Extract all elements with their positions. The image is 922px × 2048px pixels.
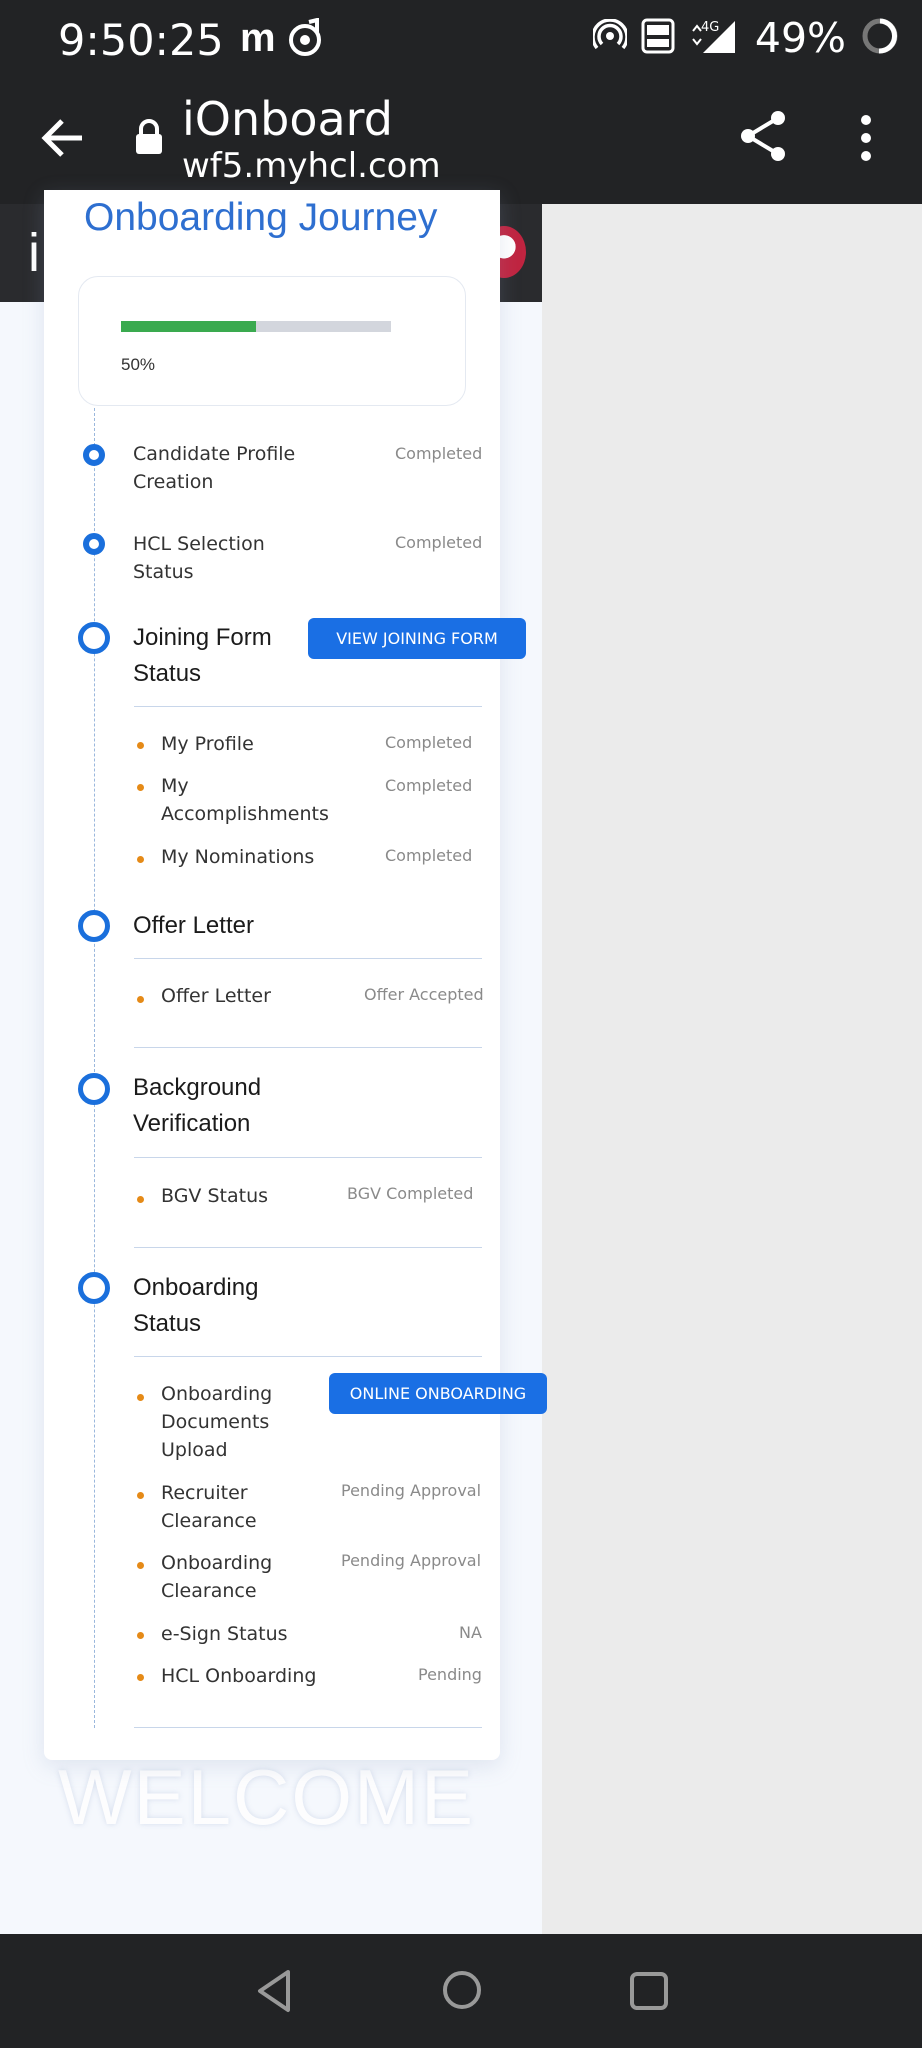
section-heading: Joining Form Status bbox=[133, 624, 272, 687]
item-label: Onboarding Clearance bbox=[161, 1552, 273, 1602]
item-label: My Nominations bbox=[161, 846, 315, 868]
item-label: HCL Onboarding bbox=[161, 1665, 317, 1687]
bullet bbox=[137, 1632, 144, 1639]
progress-card: 50% bbox=[78, 276, 466, 406]
blank-area bbox=[542, 204, 922, 1934]
volte-icon bbox=[641, 18, 675, 59]
lock-icon[interactable] bbox=[134, 119, 164, 160]
page-title[interactable]: iOnboard bbox=[182, 92, 393, 146]
overflow-menu-icon[interactable] bbox=[848, 108, 884, 168]
section-heading: Background Verification bbox=[133, 1074, 262, 1137]
bullet bbox=[137, 996, 144, 1003]
app-notification-icon: m bbox=[240, 16, 276, 60]
signal-icon: 4G bbox=[689, 17, 741, 60]
nav-home-icon[interactable] bbox=[440, 1968, 484, 2017]
hotspot-icon bbox=[591, 17, 629, 58]
item-label: My Accomplishments bbox=[161, 775, 329, 825]
divider bbox=[134, 958, 482, 959]
divider bbox=[134, 1247, 482, 1248]
divider bbox=[134, 1727, 482, 1728]
share-icon[interactable] bbox=[736, 108, 792, 164]
item-label: Onboarding Documents Upload bbox=[161, 1383, 273, 1461]
svg-text:4G: 4G bbox=[701, 20, 719, 35]
bullet bbox=[137, 1674, 144, 1681]
bullet bbox=[137, 1562, 144, 1569]
item-label: Recruiter Clearance bbox=[161, 1482, 257, 1532]
divider bbox=[134, 706, 482, 707]
item-label: My Profile bbox=[161, 733, 254, 755]
item-status: Completed bbox=[385, 846, 473, 865]
item-label: e-Sign Status bbox=[161, 1623, 288, 1645]
journey-title: Onboarding Journey bbox=[84, 196, 438, 239]
step-status: Completed bbox=[395, 533, 483, 552]
bullet bbox=[137, 1394, 144, 1401]
music-icon bbox=[287, 17, 325, 63]
divider bbox=[134, 1047, 482, 1048]
timeline-node bbox=[78, 1272, 110, 1304]
progress-bar bbox=[121, 321, 391, 332]
bullet bbox=[137, 1492, 144, 1499]
timeline-node bbox=[78, 622, 110, 654]
item-label: BGV Status bbox=[161, 1185, 269, 1207]
progress-label: 50% bbox=[121, 355, 156, 374]
status-bar: 9:50:25 m 4G 49% bbox=[0, 0, 922, 82]
status-time: 9:50:25 bbox=[58, 16, 224, 66]
divider bbox=[134, 1356, 482, 1357]
item-status: Pending Approval bbox=[341, 1551, 482, 1570]
step-label: Candidate Profile Creation bbox=[133, 443, 296, 493]
step-label: HCL Selection Status bbox=[133, 533, 265, 583]
bullet bbox=[137, 784, 144, 791]
progress-fill bbox=[121, 321, 256, 332]
timeline-node bbox=[78, 1073, 110, 1105]
timeline-line bbox=[94, 408, 95, 1728]
timeline-node bbox=[83, 444, 105, 466]
item-status: Pending Approval bbox=[341, 1481, 482, 1500]
nav-recents-icon[interactable] bbox=[628, 1970, 670, 2017]
navigation-bar bbox=[0, 1934, 922, 2048]
battery-level: 49% bbox=[754, 14, 846, 62]
item-label: Offer Letter bbox=[161, 985, 271, 1007]
browser-toolbar: iOnboard wf5.myhcl.com bbox=[0, 82, 922, 204]
divider bbox=[134, 1157, 482, 1158]
item-status: Pending bbox=[418, 1665, 482, 1684]
timeline-node bbox=[83, 533, 105, 555]
view-joining-form-button[interactable]: VIEW JOINING FORM bbox=[308, 618, 526, 659]
section-heading: Onboarding Status bbox=[133, 1274, 259, 1337]
back-arrow-icon[interactable] bbox=[34, 108, 94, 168]
bullet bbox=[137, 856, 144, 863]
timeline-node bbox=[78, 910, 110, 942]
item-status: Completed bbox=[385, 733, 473, 752]
step-status: Completed bbox=[395, 444, 483, 463]
item-status: NA bbox=[459, 1623, 482, 1642]
item-status: Completed bbox=[385, 776, 473, 795]
online-onboarding-button[interactable]: ONLINE ONBOARDING bbox=[329, 1373, 547, 1414]
welcome-banner: WELCOME bbox=[58, 1753, 476, 1841]
bullet bbox=[137, 742, 144, 749]
section-heading: Offer Letter bbox=[133, 912, 254, 939]
status-indicators: 4G 49% bbox=[591, 14, 900, 62]
item-status: Offer Accepted bbox=[364, 985, 484, 1004]
item-status: BGV Completed bbox=[347, 1184, 474, 1203]
url-host[interactable]: wf5.myhcl.com bbox=[182, 146, 441, 186]
bullet bbox=[137, 1196, 144, 1203]
site-logo[interactable]: i bbox=[28, 222, 40, 284]
battery-icon bbox=[860, 16, 900, 61]
nav-back-icon[interactable] bbox=[254, 1968, 294, 2019]
